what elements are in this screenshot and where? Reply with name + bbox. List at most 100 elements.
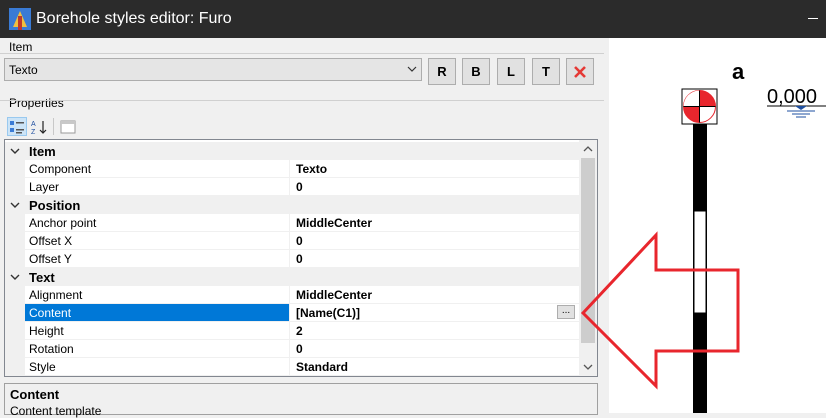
row-margin xyxy=(5,322,25,340)
property-value[interactable]: MiddleCenter xyxy=(290,214,579,232)
property-row-rotation[interactable]: Rotation 0 xyxy=(5,340,579,358)
top-align-button[interactable]: T xyxy=(532,58,560,85)
component-select[interactable]: Texto xyxy=(4,58,422,81)
row-margin xyxy=(5,214,25,232)
component-select-value: Texto xyxy=(9,63,38,77)
property-grid[interactable]: Item Component Texto Layer 0 Position An… xyxy=(4,139,598,377)
property-pages-button[interactable] xyxy=(58,117,78,136)
property-value-text: 2 xyxy=(296,324,303,338)
categorized-icon xyxy=(10,120,24,133)
property-value-text: Texto xyxy=(296,162,328,176)
window-title: Borehole styles editor: Furo xyxy=(36,10,232,27)
sort-alpha-icon: A Z xyxy=(31,120,47,135)
property-row-alignment[interactable]: Alignment MiddleCenter xyxy=(5,286,579,304)
minimize-button[interactable] xyxy=(808,18,818,19)
property-name-text: Style xyxy=(29,360,56,374)
property-name: Offset X xyxy=(25,232,290,250)
category-label: Text xyxy=(29,270,55,285)
collapse-chevron-icon xyxy=(10,274,20,280)
property-name: Height xyxy=(25,322,290,340)
property-name: Content xyxy=(25,304,290,322)
property-name: Alignment xyxy=(25,286,290,304)
row-margin xyxy=(5,232,25,250)
property-name-text: Alignment xyxy=(29,288,83,302)
property-value[interactable]: 0 xyxy=(290,178,579,196)
app-icon xyxy=(9,8,31,30)
category-text[interactable]: Text xyxy=(5,268,579,286)
properties-section-label: Properties xyxy=(9,96,64,110)
svg-text:A: A xyxy=(31,121,36,128)
property-value[interactable]: 2 xyxy=(290,322,579,340)
description-panel: Content Content template xyxy=(4,383,598,418)
row-margin xyxy=(5,340,25,358)
collapse-chevron-icon xyxy=(10,202,20,208)
property-value-text: 0 xyxy=(296,180,303,194)
bottom-align-button[interactable]: B xyxy=(462,58,490,85)
property-name: Offset Y xyxy=(25,250,290,268)
property-value-text: MiddleCenter xyxy=(296,216,373,230)
categorized-view-button[interactable] xyxy=(7,117,27,136)
bottom-align-label: B xyxy=(471,64,481,79)
property-value[interactable]: 0 xyxy=(290,340,579,358)
property-value-text: Standard xyxy=(296,360,349,374)
item-section-label: Item xyxy=(9,40,33,54)
delete-button[interactable] xyxy=(566,58,594,85)
property-name: Rotation xyxy=(25,340,290,358)
property-value-text: 0 xyxy=(296,252,303,266)
property-name: Style xyxy=(25,358,290,376)
property-name-text: Offset Y xyxy=(29,252,72,266)
right-align-label: R xyxy=(437,64,447,79)
ellipsis-button[interactable]: ... xyxy=(557,305,575,319)
property-name-text: Height xyxy=(29,324,64,338)
row-margin xyxy=(5,250,25,268)
alphabetical-view-button[interactable]: A Z xyxy=(29,117,49,136)
chevron-down-icon xyxy=(407,66,417,72)
property-value[interactable]: [Name(C1)] ... xyxy=(290,304,579,322)
callout-arrow xyxy=(580,231,740,390)
property-value-text: [Name(C1)] xyxy=(296,306,361,320)
description-text: Content template xyxy=(10,404,102,418)
row-margin xyxy=(5,286,25,304)
property-name-text: Offset X xyxy=(29,234,73,248)
property-row-component[interactable]: Component Texto xyxy=(5,160,579,178)
category-position[interactable]: Position xyxy=(5,196,579,214)
scroll-up-icon[interactable] xyxy=(583,144,593,154)
row-margin xyxy=(5,178,25,196)
top-align-label: T xyxy=(542,64,550,79)
delete-icon xyxy=(574,65,586,78)
property-row-layer[interactable]: Layer 0 xyxy=(5,178,579,196)
properties-section-divider xyxy=(0,100,604,101)
property-name: Anchor point xyxy=(25,214,290,232)
property-row-offset-x[interactable]: Offset X 0 xyxy=(5,232,579,250)
property-row-offset-y[interactable]: Offset Y 0 xyxy=(5,250,579,268)
property-name-text: Anchor point xyxy=(29,216,97,230)
property-name-text: Component xyxy=(29,162,92,176)
property-name-text: Content xyxy=(29,306,72,320)
description-title: Content xyxy=(10,387,60,402)
preview-depth-text: 0,000 xyxy=(767,86,817,108)
property-name: Component xyxy=(25,160,290,178)
property-value-text: 0 xyxy=(296,342,303,356)
row-margin xyxy=(5,304,25,322)
category-item[interactable]: Item xyxy=(5,142,579,160)
property-row-anchor-point[interactable]: Anchor point MiddleCenter xyxy=(5,214,579,232)
category-label: Item xyxy=(29,144,56,159)
property-value[interactable]: MiddleCenter xyxy=(290,286,579,304)
property-value-text: 0 xyxy=(296,234,303,248)
property-value[interactable]: 0 xyxy=(290,250,579,268)
property-name: Layer xyxy=(25,178,290,196)
right-align-button[interactable]: R xyxy=(428,58,456,85)
property-value[interactable]: Texto xyxy=(290,160,579,178)
svg-text:Z: Z xyxy=(31,129,36,135)
left-align-button[interactable]: L xyxy=(497,58,525,85)
collapse-chevron-icon xyxy=(10,148,20,154)
property-value-text: MiddleCenter xyxy=(296,288,373,302)
property-row-height[interactable]: Height 2 xyxy=(5,322,579,340)
preview-label: a xyxy=(732,59,745,84)
title-bar: Borehole styles editor: Furo xyxy=(0,0,826,38)
property-pages-icon xyxy=(60,120,76,133)
property-row-style[interactable]: Style Standard xyxy=(5,358,579,376)
property-value[interactable]: Standard xyxy=(290,358,579,376)
property-value[interactable]: 0 xyxy=(290,232,579,250)
property-row-content[interactable]: Content [Name(C1)] ... xyxy=(5,304,579,322)
